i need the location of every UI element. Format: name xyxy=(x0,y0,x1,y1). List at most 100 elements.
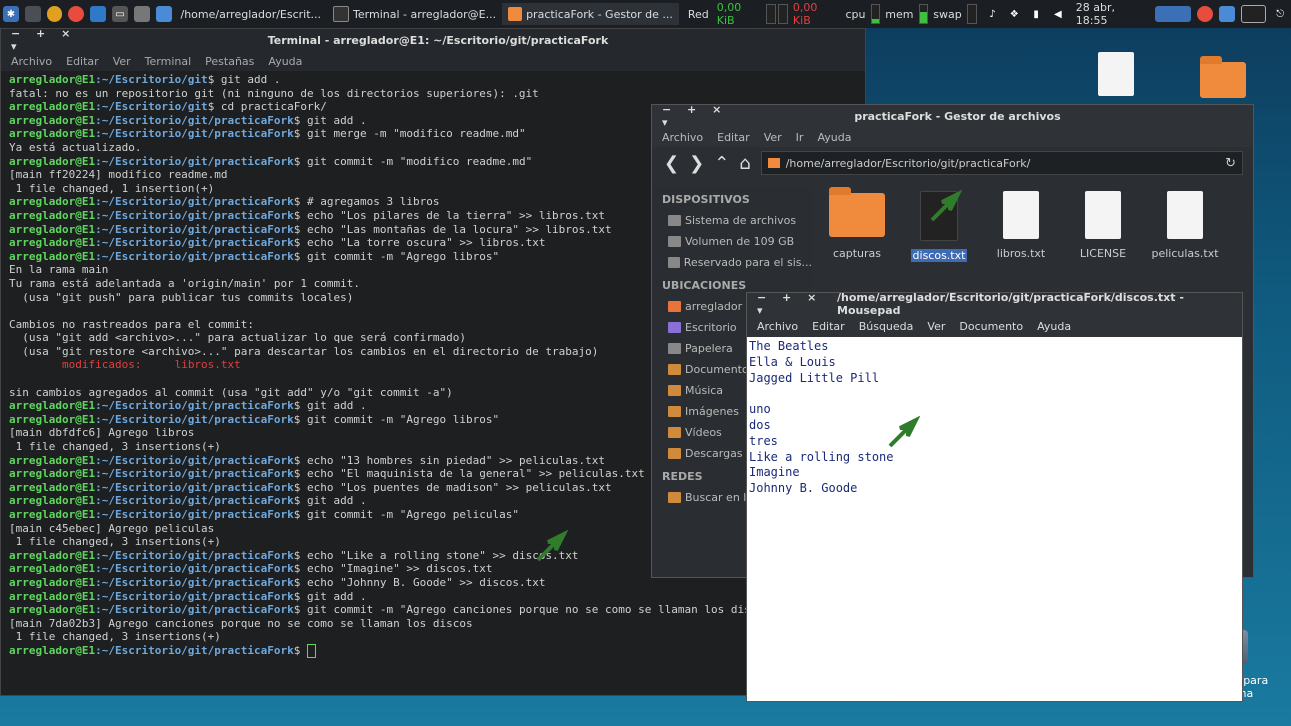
workspace-2[interactable] xyxy=(1240,5,1267,23)
prompt-path: :~/Escritorio/git/practicaFork xyxy=(95,154,294,168)
menu-editar[interactable]: Editar xyxy=(66,55,99,68)
prompt-path: :~/Escritorio/git/practicaFork xyxy=(95,480,294,494)
location-bar[interactable]: /home/arreglador/Escritorio/git/practica… xyxy=(760,151,1243,175)
desktop-folder-icon[interactable] xyxy=(1200,56,1246,108)
home-icon xyxy=(668,301,681,312)
menu-editar[interactable]: Editar xyxy=(812,320,845,333)
desktop-file-icon[interactable] xyxy=(1098,52,1134,104)
editor-line: Imagine xyxy=(749,465,800,480)
taskbar-item-terminal[interactable]: Terminal - arreglador@E... xyxy=(327,3,502,25)
sidebar-item-filesystem[interactable]: Sistema de archivos xyxy=(652,210,812,231)
taskbar-item-filemanager[interactable]: practicaFork - Gestor de ... xyxy=(502,3,679,25)
terminal-line: 1 file changed, 3 insertions(+) xyxy=(9,630,221,644)
net-out-bar xyxy=(778,4,788,24)
sidebar-item-label: Descargas xyxy=(685,447,743,460)
firefox-icon[interactable] xyxy=(46,6,63,22)
menu-ver[interactable]: Ver xyxy=(764,131,782,144)
taskbar-item-label: Terminal - arreglador@E... xyxy=(353,7,497,21)
prompt-path: :~/Escritorio/git/practicaFork xyxy=(95,412,294,426)
terminal-launcher-icon[interactable]: ▭ xyxy=(112,6,128,22)
sidebar-item-volume[interactable]: Volumen de 109 GB xyxy=(652,231,812,252)
battery-icon[interactable]: ▮ xyxy=(1028,6,1044,22)
green-arrow-icon xyxy=(930,190,962,222)
prompt-user: arreglador@E1 xyxy=(9,154,96,168)
menu-ver[interactable]: Ver xyxy=(927,320,945,333)
logout-icon[interactable]: ⎋ xyxy=(1272,6,1288,22)
menu-ayuda[interactable]: Ayuda xyxy=(1037,320,1071,333)
show-desktop-icon[interactable] xyxy=(24,6,41,22)
dropbox-icon[interactable]: ❖ xyxy=(1006,6,1022,22)
document-icon xyxy=(1098,52,1134,96)
sidebar-item-reserved[interactable]: Reservado para el sis... xyxy=(652,252,812,273)
chrome-tray-icon[interactable] xyxy=(1196,6,1213,22)
prompt-user: arreglador@E1 xyxy=(9,399,96,413)
taskbar-item-mousepad[interactable]: /home/arreglador/Escrit... xyxy=(175,3,328,25)
window-controls[interactable]: − + × ▾ xyxy=(652,103,742,129)
window-controls[interactable]: − + × ▾ xyxy=(1,27,91,53)
whisker-menu-icon[interactable]: ✱ xyxy=(3,6,19,22)
menu-documento[interactable]: Documento xyxy=(959,320,1023,333)
file-item-libros[interactable]: libros.txt xyxy=(990,191,1052,281)
clock[interactable]: 28 abr, 18:55 xyxy=(1073,1,1153,27)
text-file-icon xyxy=(1085,191,1121,239)
cpu-label: cpu xyxy=(845,7,866,21)
menu-terminal[interactable]: Terminal xyxy=(145,55,192,68)
menu-busqueda[interactable]: Búsqueda xyxy=(859,320,914,333)
command-text: $ echo "Los puentes de madison" >> pelic… xyxy=(293,480,612,494)
command-text: $ git commit -m "Agrego peliculas" xyxy=(293,508,519,521)
sidebar-item-label: Volumen de 109 GB xyxy=(685,235,795,248)
file-item-peliculas[interactable]: peliculas.txt xyxy=(1151,191,1219,281)
menu-ir[interactable]: Ir xyxy=(796,131,804,144)
menu-archivo[interactable]: Archivo xyxy=(757,320,798,333)
prompt-user: arreglador@E1 xyxy=(9,453,96,467)
prompt-path: :~/Escritorio/git/practicaFork xyxy=(95,399,294,413)
terminal-line: arreglador@E1:~/Escritorio/git/practicaF… xyxy=(9,590,857,604)
command-text: $ git commit -m "Agrego canciones porque… xyxy=(293,603,778,617)
sidebar-item-label: Música xyxy=(685,384,724,397)
back-icon[interactable]: ❮ xyxy=(664,153,679,174)
menu-pestanas[interactable]: Pestañas xyxy=(205,55,254,68)
reload-icon[interactable]: ↻ xyxy=(1225,156,1236,171)
sidebar-item-label: Reservado para el sis... xyxy=(683,256,812,269)
fm-file-grid: capturas discos.txt libros.txt LICENSE p… xyxy=(818,187,1253,281)
chrome-icon[interactable] xyxy=(68,6,85,22)
workspace-1[interactable] xyxy=(1155,6,1191,22)
file-item-capturas[interactable]: capturas xyxy=(826,187,888,281)
editor-launcher-icon[interactable] xyxy=(155,6,172,22)
prompt-user: arreglador@E1 xyxy=(9,508,96,521)
file-tray-icon[interactable] xyxy=(1218,6,1235,22)
file-item-license[interactable]: LICENSE xyxy=(1072,191,1134,281)
file-name: discos.txt xyxy=(910,249,968,262)
forward-icon[interactable]: ❯ xyxy=(689,153,704,174)
menu-archivo[interactable]: Archivo xyxy=(11,55,52,68)
trash-launcher-icon[interactable] xyxy=(133,6,150,22)
menu-ayuda[interactable]: Ayuda xyxy=(268,55,302,68)
fm-menubar: Archivo Editar Ver Ir Ayuda xyxy=(652,127,1253,147)
downloads-icon xyxy=(668,448,681,459)
fm-titlebar[interactable]: − + × ▾ practicaFork - Gestor de archivo… xyxy=(652,103,1253,129)
prompt-user: arreglador@E1 xyxy=(9,208,96,222)
mousepad-window[interactable]: − + × ▾ /home/arreglador/Escritorio/git/… xyxy=(746,291,1243,702)
terminal-titlebar[interactable]: − + × ▾ Terminal - arreglador@E1: ~/Escr… xyxy=(1,27,865,53)
editor-text-area[interactable]: The Beatles Ella & Louis Jagged Little Pil… xyxy=(747,337,1242,499)
notification-bell-icon[interactable]: ♪ xyxy=(985,6,1001,22)
trash-icon xyxy=(668,343,681,354)
home-icon[interactable]: ⌂ xyxy=(739,153,750,174)
window-controls[interactable]: − + × ▾ xyxy=(747,291,837,317)
command-text: $ cd practicaFork/ xyxy=(207,100,327,114)
menu-ayuda[interactable]: Ayuda xyxy=(817,131,851,144)
mousepad-titlebar[interactable]: − + × ▾ /home/arreglador/Escritorio/git/… xyxy=(747,291,1242,317)
sidebar-item-label: Sistema de archivos xyxy=(685,214,797,227)
prompt-path: :~/Escritorio/git/practicaFork xyxy=(95,589,294,603)
menu-editar[interactable]: Editar xyxy=(717,131,750,144)
terminal-icon xyxy=(333,6,350,22)
editor-line: dos xyxy=(749,417,771,432)
prompt-path: :~/Escritorio/git/practicaFork xyxy=(95,562,294,576)
image-viewer-icon[interactable] xyxy=(90,6,107,22)
terminal-line: arreglador@E1:~/Escritorio/git$ git add … xyxy=(9,73,857,87)
volume-icon[interactable]: ◀ xyxy=(1050,6,1066,22)
up-icon[interactable]: ⌃ xyxy=(714,153,729,174)
command-text: $ git add . xyxy=(207,73,281,86)
menu-ver[interactable]: Ver xyxy=(113,55,131,68)
menu-archivo[interactable]: Archivo xyxy=(662,131,703,144)
